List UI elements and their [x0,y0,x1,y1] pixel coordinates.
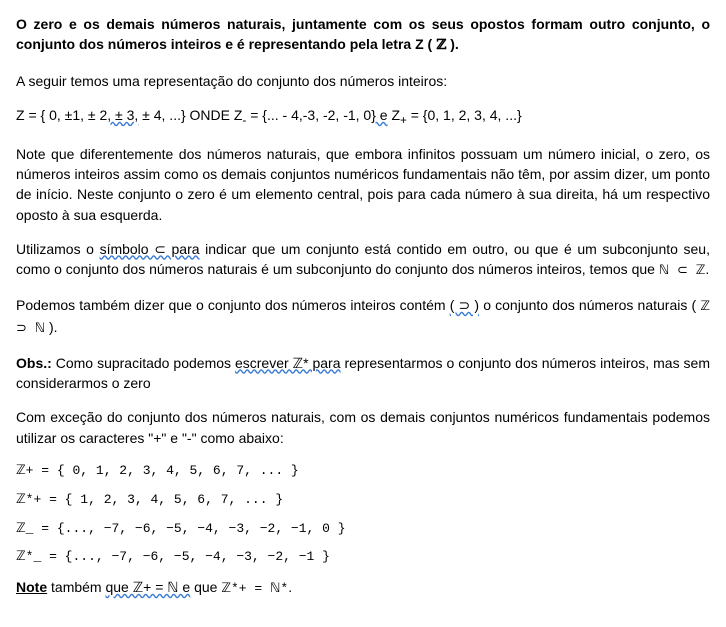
text: . [705,261,709,277]
text: ). [446,36,458,52]
squiggle-text: ( ⊃ ) [450,297,479,313]
squiggle-text: , ± 3, [107,107,138,123]
text: Utilizamos o [16,241,100,257]
math-expression: ℕ ⊂ ℤ [659,263,706,278]
subscript: + [400,114,407,127]
equation-z-star-minus: ℤ*_ = {..., −7, −6, −5, −4, −3, −2, −1 } [16,548,710,567]
text: que [190,579,221,595]
label-note: Note [16,579,47,595]
text: Como supracitado podemos [52,355,235,371]
paragraph-6: Podemos também dizer que o conjunto dos … [16,295,710,339]
equation-z-minus: ℤ_ = {..., −7, −6, −5, −4, −3, −2, −1, 0… [16,520,710,539]
paragraph-4: Note que diferentemente dos números natu… [16,144,710,225]
text: ± 4, ...} ONDE Z [138,107,242,123]
text: também [47,579,105,595]
equation-z-plus: ℤ+ = { 0, 1, 2, 3, 4, 5, 6, 7, ... } [16,462,710,481]
equation-z-star-plus: ℤ*+ = { 1, 2, 3, 4, 5, 6, 7, ... } [16,491,710,510]
squiggle-text: escrever ℤ* para [235,355,341,371]
squiggle-text: símbolo ⊂ para [100,241,200,257]
text: ). [45,319,57,335]
paragraph-obs: Obs.: Como supracitado podemos escrever … [16,353,710,394]
label-obs: Obs.: [16,355,52,371]
math-expression: ℤ*+ = ℕ* [221,581,288,596]
text: Z = { 0, ±1, ± 2 [16,107,107,123]
paragraph-5: Utilizamos o símbolo ⊂ para indicar que … [16,239,710,281]
paragraph-note-final: Note também que ℤ+ = ℕ e que ℤ*+ = ℕ*. [16,577,710,599]
text: = {... - 4,-3, -2, -1, 0 [246,107,371,123]
paragraph-2: A seguir temos uma representação do conj… [16,71,710,91]
text: o conjunto dos números naturais ( [479,297,700,313]
text: Podemos também dizer que o conjunto dos … [16,297,450,313]
text: Z [388,107,400,123]
paragraph-set-definition: Z = { 0, ±1, ± 2, ± 3, ± 4, ...} ONDE Z-… [16,105,710,130]
squiggle-text: } e [371,107,387,123]
squiggle-text: que ℤ+ = ℕ e [105,579,190,595]
paragraph-intro-bold: O zero e os demais números naturais, jun… [16,14,710,57]
text: = {0, 1, 2, 3, 4, ...} [407,107,522,123]
paragraph-8: Com exceção do conjunto dos números natu… [16,407,710,448]
symbol-z: ℤ [436,38,446,53]
text: . [288,579,292,595]
text: O zero e os demais números naturais, jun… [16,16,710,52]
